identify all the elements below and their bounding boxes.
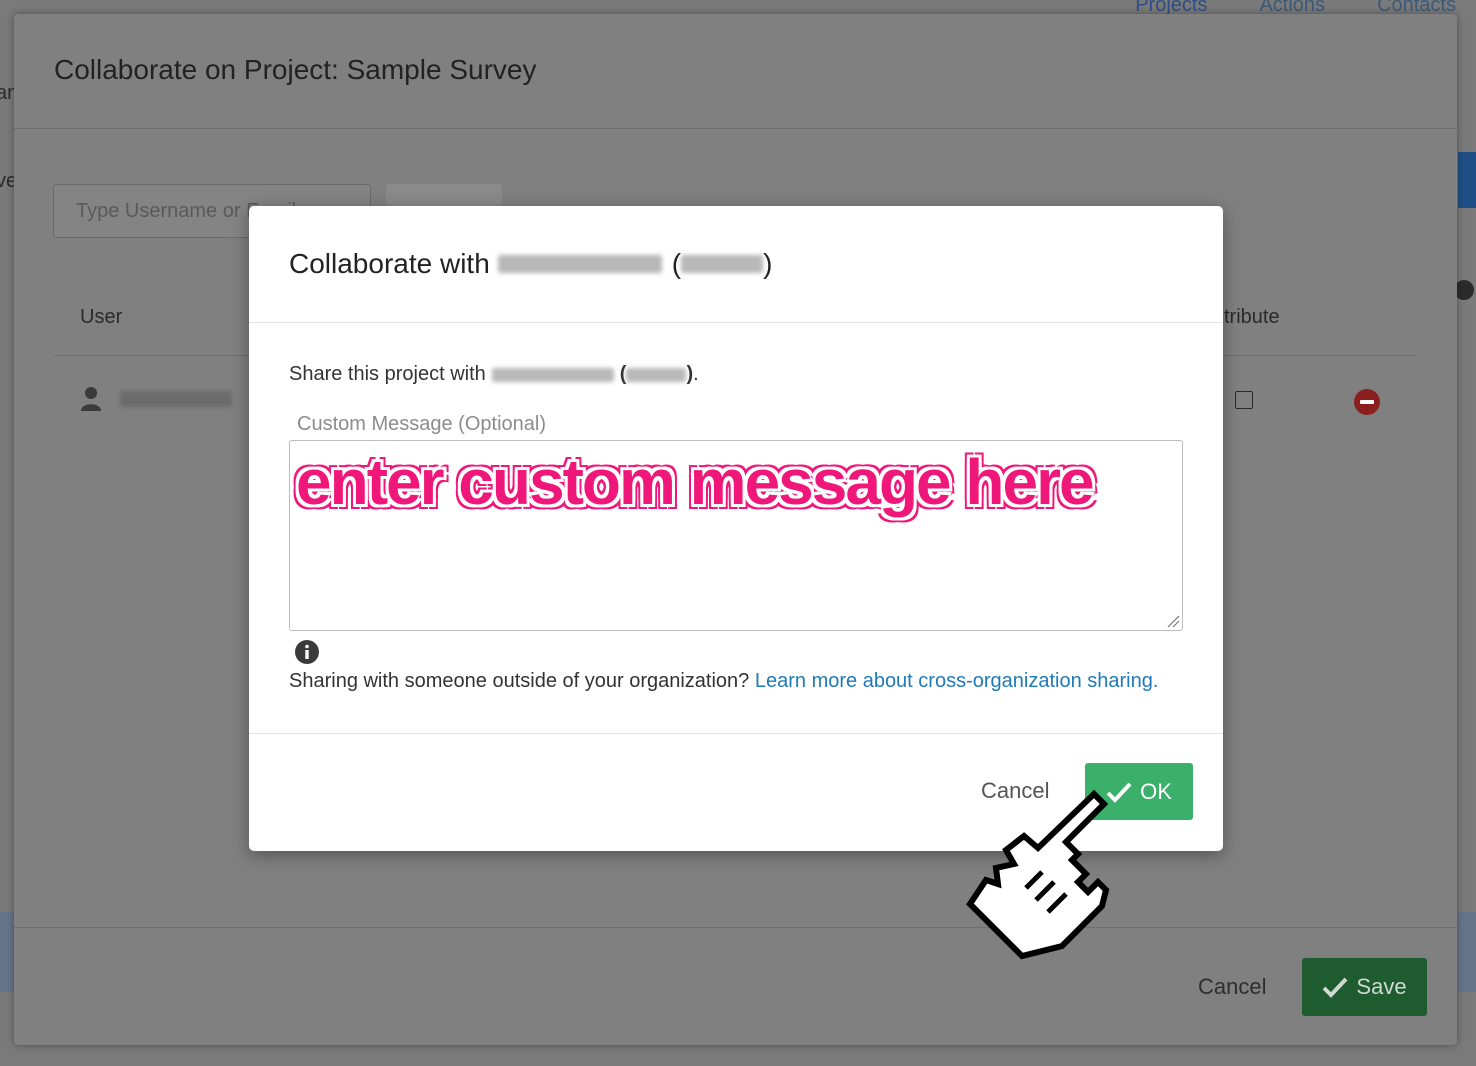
share-description: Share this project with ( ). <box>289 363 699 385</box>
resize-handle-icon[interactable] <box>1166 614 1180 628</box>
info-icon <box>295 640 319 664</box>
info-icon <box>1454 280 1474 300</box>
save-button[interactable]: Save <box>1302 958 1427 1016</box>
divider <box>249 733 1223 734</box>
divider <box>249 322 1223 323</box>
modal-title: Collaborate with ( ) <box>289 248 773 279</box>
annotation-text: enter custom message here <box>296 446 1095 518</box>
check-icon <box>1323 977 1348 998</box>
column-header-user: User <box>80 306 123 328</box>
custom-message-textarea[interactable]: enter custom message here <box>289 440 1183 631</box>
collaborate-with-modal: Collaborate with ( ) Share this project … <box>249 206 1223 851</box>
hand-pointer-icon <box>966 789 1110 960</box>
distribute-checkbox[interactable] <box>1235 391 1253 409</box>
share-text: Share this project with <box>289 363 486 385</box>
redacted-name <box>497 255 662 273</box>
redacted-name <box>491 367 614 382</box>
remove-circle-icon[interactable] <box>1354 389 1380 415</box>
divider <box>14 128 1457 129</box>
redacted-username <box>681 255 764 273</box>
user-icon <box>81 387 101 411</box>
user-name-redacted <box>120 391 232 407</box>
cancel-button[interactable]: Cancel <box>1198 974 1266 1000</box>
ok-label: OK <box>1140 778 1172 804</box>
dialog-title: Collaborate on Project: Sample Survey <box>54 54 537 85</box>
cross-org-learn-more-link[interactable]: Learn more about cross-organization shar… <box>755 670 1159 692</box>
cross-org-text: Sharing with someone outside of your org… <box>289 670 750 692</box>
redacted-username <box>626 367 687 382</box>
divider <box>14 927 1457 928</box>
side-tab[interactable] <box>1458 152 1476 208</box>
custom-message-label: Custom Message (Optional) <box>297 413 546 435</box>
column-header-distribute: stribute <box>1214 306 1280 328</box>
cross-org-note: Sharing with someone outside of your org… <box>289 670 1158 693</box>
modal-title-text: Collaborate with <box>289 248 490 279</box>
save-label: Save <box>1356 974 1407 999</box>
